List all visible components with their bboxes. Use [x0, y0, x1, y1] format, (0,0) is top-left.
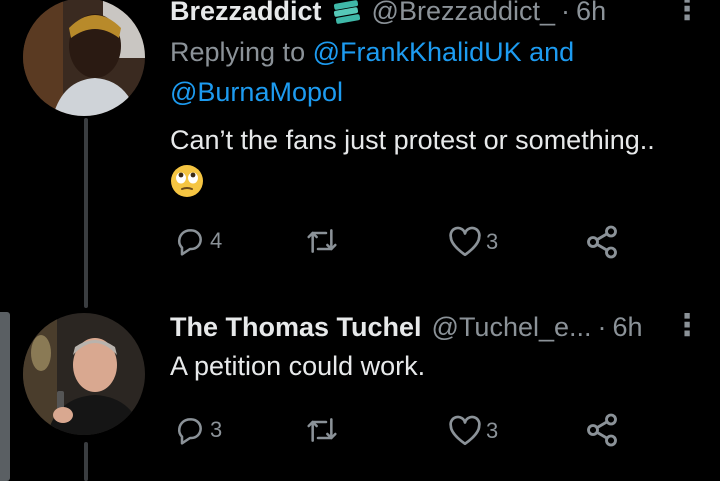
replying-to: Replying to @FrankKhalidUK and	[170, 34, 574, 70]
share-button[interactable]	[584, 412, 620, 448]
avatar-tuchel[interactable]	[23, 313, 145, 435]
reply-icon	[178, 418, 202, 445]
author-handle[interactable]: @Brezzaddict_	[372, 0, 556, 27]
badge-icon	[332, 0, 362, 24]
like-count: 3	[486, 418, 499, 443]
reply-button[interactable]: 4	[174, 225, 222, 257]
retweet-icon	[307, 229, 337, 253]
avatar-photo-icon	[23, 0, 145, 116]
author-name[interactable]: Brezzaddict	[170, 0, 322, 27]
thread-line-bottom	[84, 442, 88, 481]
reply-count: 3	[210, 417, 223, 442]
tweet-2-text: A petition could work.	[170, 351, 426, 381]
scroll-indicator	[0, 312, 10, 481]
retweet-button[interactable]	[304, 225, 340, 257]
author-handle[interactable]: @Tuchel_e...	[432, 311, 592, 343]
rolling-eyes-emoji-icon	[170, 164, 204, 203]
share-icon	[587, 413, 617, 447]
separator-dot: ·	[561, 0, 571, 26]
timestamp[interactable]: 6h	[576, 0, 606, 27]
replying-to-second: @BurnaMopol	[170, 74, 343, 110]
thread-line-top	[84, 118, 88, 308]
like-button[interactable]: 3	[448, 415, 498, 447]
like-count: 3	[486, 229, 499, 254]
heart-icon	[449, 415, 481, 446]
replying-to-label: Replying to	[170, 37, 306, 67]
retweet-button[interactable]	[304, 414, 340, 446]
reply-count: 4	[210, 228, 223, 253]
mention-link[interactable]: @FrankKhalidUK	[313, 37, 522, 67]
mention-link[interactable]: @BurnaMopol	[170, 77, 343, 107]
tweet-2-header: The Thomas Tuchel @Tuchel_e... · 6h	[170, 311, 643, 343]
mention-and: and	[529, 37, 575, 67]
share-button[interactable]	[584, 224, 620, 260]
tweet-1-header: Brezzaddict @Brezzaddict_ · 6h	[170, 0, 606, 27]
share-icon	[587, 225, 617, 259]
author-name[interactable]: The Thomas Tuchel	[170, 311, 422, 343]
more-options-icon[interactable]: ⋮	[672, 311, 702, 341]
reply-button[interactable]: 3	[174, 414, 222, 446]
avatar-photo-icon	[23, 313, 145, 435]
reply-icon	[178, 229, 202, 256]
separator-dot: ·	[597, 312, 607, 342]
like-button[interactable]: 3	[448, 226, 498, 258]
more-options-icon[interactable]: ⋮	[672, 0, 702, 25]
avatar-brezzaddict[interactable]	[23, 0, 145, 116]
retweet-icon	[307, 418, 337, 442]
heart-icon	[449, 226, 481, 257]
tweet-1-text: Can’t the fans just protest or something…	[170, 125, 655, 155]
timestamp[interactable]: 6h	[613, 311, 643, 343]
